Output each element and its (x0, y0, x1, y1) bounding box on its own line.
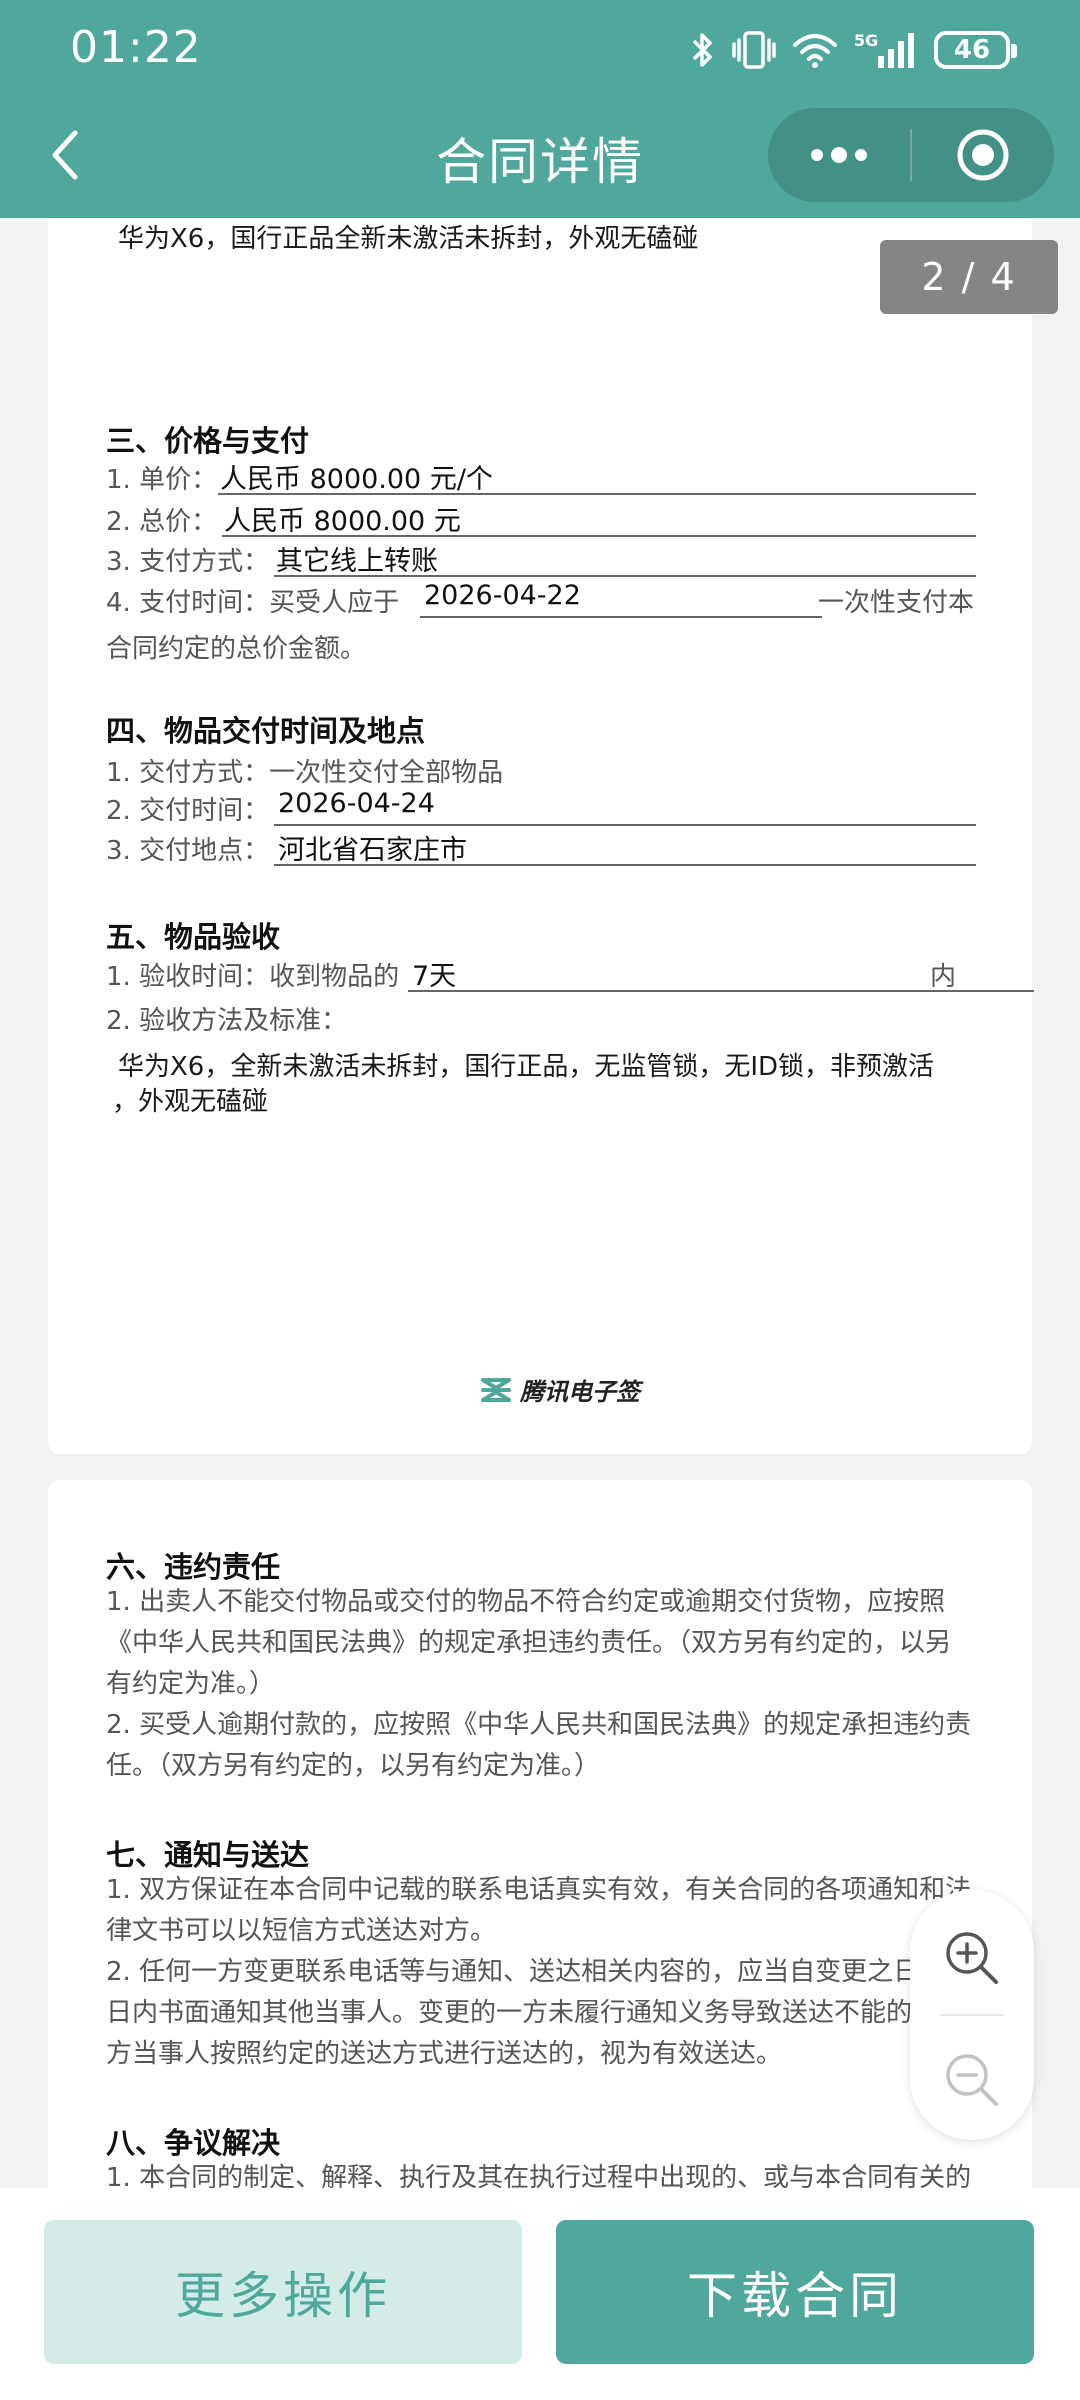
delivery-time-value: 2026-04-24 (278, 788, 435, 819)
section-acceptance-title: 五、物品验收 (106, 920, 281, 954)
delivery-method: 1. 交付方式：一次性交付全部物品 (106, 758, 504, 788)
delivery-time-row: 2. 交付时间： 2026-04-24 (106, 786, 976, 826)
acceptance-time-row: 1. 验收时间：收到物品的 7天 内 (106, 952, 1034, 992)
acceptance-standard-line-2: ，外观无磕碰 (112, 1087, 269, 1117)
para-line: 方当事人按照约定的送达方式进行送达的，视为有效送达。 (106, 2039, 783, 2069)
section-dispute-title: 八、争议解决 (106, 2126, 281, 2160)
para-line: 1. 双方保证在本合同中记载的联系电话真实有效，有关合同的各项通知和法 (106, 1875, 972, 1905)
pay-time-row: 4. 支付时间：买受人应于 2026-04-22 一次性支付本 (106, 578, 976, 618)
underline (218, 493, 976, 495)
zoom-out-button[interactable] (932, 2040, 1012, 2120)
pay-time-continuation: 合同约定的总价金额。 (106, 634, 367, 664)
para-line: 日内书面通知其他当事人。变更的一方未履行通知义务导致送达不能的 (106, 1998, 913, 2028)
tencent-esign-logo-icon (481, 1377, 511, 1402)
download-contract-button[interactable]: 下载合同 (556, 2220, 1034, 2364)
network-type: 5G (854, 31, 878, 50)
acceptance-standard-line-1: 华为X6，全新未激活未拆封，国行正品，无监管锁，无ID锁，非预激活 (118, 1052, 935, 1082)
status-icons: 5G 46 (690, 28, 1017, 72)
total-price-row: 2. 总价： 人民币 8000.00 元 (106, 497, 976, 537)
battery-indicator: 46 (934, 31, 1017, 69)
para-line: 1. 出卖人不能交付物品或交付的物品不符合约定或逾期交付货物，应按照 (106, 1587, 946, 1617)
pay-time-value: 2026-04-22 (424, 580, 581, 611)
mini-program-capsule (768, 108, 1054, 202)
zoom-in-icon (946, 1932, 998, 1984)
unit-price-value: 人民币 8000.00 元/个 (220, 464, 493, 495)
underline (420, 616, 822, 618)
para-line: 2. 任何一方变更联系电话等与通知、送达相关内容的，应当自变更之日 (106, 1957, 920, 1987)
pay-method-label: 3. 支付方式： (106, 547, 270, 577)
app-header: 01:22 5G 46 合同详情 (0, 0, 1080, 218)
zoom-in-button[interactable] (932, 1918, 1012, 1998)
zoom-control (910, 1890, 1034, 2140)
status-bar: 01:22 5G 46 (0, 0, 1080, 100)
delivery-place-value: 河北省石家庄市 (278, 835, 467, 866)
pay-method-row: 3. 支付方式： 其它线上转账 (106, 537, 976, 577)
unit-price-label: 1. 单价： (106, 465, 218, 495)
total-price-label: 2. 总价： (106, 507, 218, 537)
notice-paragraph: 1. 双方保证在本合同中记载的联系电话真实有效，有关合同的各项通知和法 律文书可… (106, 1870, 976, 2075)
page-indicator: 2 / 4 (880, 240, 1058, 314)
para-line: 律文书可以以短信方式送达对方。 (106, 1916, 497, 1946)
para-line: 2. 买受人逾期付款的，应按照《中华人民共和国民法典》的规定承担违约责 (106, 1710, 972, 1740)
unit-price-row: 1. 单价： 人民币 8000.00 元/个 (106, 455, 976, 495)
para-line: 有约定为准。） (106, 1669, 276, 1699)
liability-paragraph-1: 1. 出卖人不能交付物品或交付的物品不符合约定或逾期交付货物，应按照 《中华人民… (106, 1582, 976, 1787)
brand-name: 腾讯电子签 (520, 1378, 640, 1406)
section-delivery-title: 四、物品交付时间及地点 (106, 714, 426, 748)
bottom-action-bar: 更多操作 下载合同 (0, 2188, 1080, 2400)
section-liability-title: 六、违约责任 (106, 1550, 281, 1584)
delivery-time-label: 2. 交付时间： (106, 796, 270, 826)
underline (274, 575, 976, 577)
signal-icon: 5G (854, 31, 914, 68)
para-line: 任。（双方另有约定的，以另有约定为准。） (106, 1751, 601, 1781)
nav-bar: 合同详情 (0, 100, 1080, 218)
battery-level: 46 (953, 35, 991, 65)
zoom-out-icon (946, 2054, 998, 2106)
delivery-place-row: 3. 交付地点： 河北省石家庄市 (106, 826, 976, 866)
more-dots-icon (811, 147, 867, 163)
section-price-title: 三、价格与支付 (106, 424, 310, 458)
close-capsule-button[interactable] (912, 108, 1054, 202)
more-actions-button[interactable]: 更多操作 (44, 2220, 522, 2364)
delivery-place-label: 3. 交付地点： (106, 836, 270, 866)
pay-time-label: 4. 支付时间：买受人应于 (106, 588, 400, 618)
zoom-divider (940, 2014, 1004, 2016)
wifi-icon (793, 34, 837, 68)
pay-time-tail: 一次性支付本 (818, 588, 975, 618)
pay-method-value: 其它线上转账 (276, 546, 438, 577)
bluetooth-icon (692, 33, 712, 67)
acceptance-time-tail: 内 (930, 962, 957, 992)
acceptance-time-label: 1. 验收时间：收到物品的 (106, 962, 400, 992)
acceptance-standard-label: 2. 验收方法及标准： (106, 1006, 348, 1036)
status-time: 01:22 (70, 22, 202, 73)
acceptance-time-value: 7天 (412, 961, 457, 992)
vibrate-icon (732, 31, 776, 69)
more-menu-button[interactable] (768, 108, 910, 202)
para-line: 《中华人民共和国民法典》的规定承担违约责任。（双方另有约定的，以另 (106, 1628, 952, 1658)
brand-watermark: 腾讯电子签 (480, 1372, 640, 1407)
underline (274, 864, 976, 866)
target-close-icon (957, 129, 1009, 181)
item-description: 华为X6，国行正品全新未激活未拆封，外观无磕碰 (118, 224, 699, 254)
section-notice-title: 七、通知与送达 (106, 1838, 310, 1872)
total-price-value: 人民币 8000.00 元 (224, 506, 461, 537)
